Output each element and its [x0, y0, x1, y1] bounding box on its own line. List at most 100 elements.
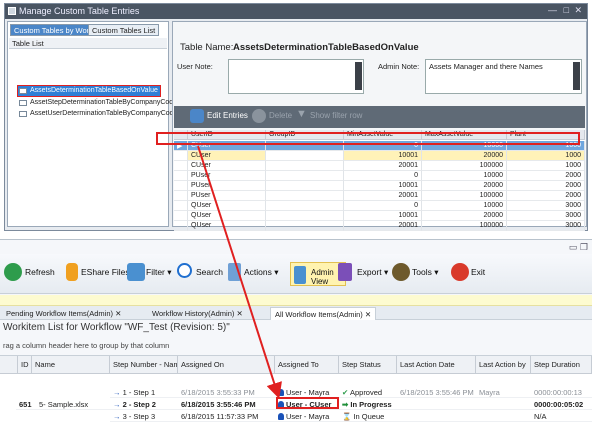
- column-header[interactable]: Step Duration: [531, 356, 592, 374]
- table-cell[interactable]: [266, 151, 344, 161]
- table-cell[interactable]: 10001: [344, 151, 422, 161]
- table-cell[interactable]: 3000: [507, 201, 585, 211]
- scrollbar[interactable]: [573, 62, 580, 90]
- status-cell[interactable]: ➡ In Progress: [339, 398, 397, 410]
- table-row[interactable]: CUser 10001 20000 1000: [174, 151, 585, 161]
- table-cell[interactable]: [266, 171, 344, 181]
- table-cell[interactable]: 10001: [344, 211, 422, 221]
- table-cell[interactable]: PUser: [188, 181, 266, 191]
- edit-entries-button[interactable]: Edit Entries: [207, 111, 248, 120]
- column-header[interactable]: Assigned To: [275, 356, 339, 374]
- table-cell[interactable]: 0: [344, 171, 422, 181]
- table-cell[interactable]: 1000: [507, 151, 585, 161]
- last-action-by-cell[interactable]: [476, 398, 531, 410]
- column-header[interactable]: Assigned On: [178, 356, 275, 374]
- exit-button[interactable]: Exit: [471, 267, 485, 277]
- restore-icon[interactable]: ❐: [580, 242, 588, 252]
- tab-custom-tables-list[interactable]: Custom Tables List: [88, 24, 160, 36]
- table-list-item[interactable]: AssetStepDeterminationTableByCompanyCode: [18, 98, 179, 108]
- table-list-item[interactable]: AssetUserDeterminationTableByCompanyCode: [18, 109, 179, 119]
- step-cell[interactable]: → 1 - Step 1: [110, 386, 178, 398]
- step-cell[interactable]: → 2 - Step 2: [110, 398, 178, 410]
- row-indicator[interactable]: [174, 201, 188, 211]
- minimize-icon[interactable]: ▭: [569, 242, 578, 252]
- table-cell[interactable]: [266, 191, 344, 201]
- row-indicator[interactable]: [174, 191, 188, 201]
- table-cell[interactable]: QUser: [188, 221, 266, 231]
- table-cell[interactable]: CUser: [188, 161, 266, 171]
- id-cell[interactable]: 651: [16, 398, 36, 410]
- admin-note-field[interactable]: Assets Manager and there Names: [425, 59, 582, 94]
- table-cell[interactable]: [266, 201, 344, 211]
- table-row[interactable]: QUser 20001 100000 3000: [174, 221, 585, 231]
- table-row[interactable]: CUser 20001 100000 1000: [174, 161, 585, 171]
- assigned-on-cell[interactable]: 6/18/2015 3:55:46 PM: [178, 398, 275, 410]
- row-indicator[interactable]: [174, 211, 188, 221]
- column-header[interactable]: Name: [32, 356, 110, 374]
- table-cell[interactable]: 20000: [422, 211, 507, 221]
- column-header[interactable]: Step Number - Name: [110, 356, 178, 374]
- row-indicator[interactable]: [174, 181, 188, 191]
- table-cell[interactable]: 20001: [344, 191, 422, 201]
- table-cell[interactable]: 10001: [344, 181, 422, 191]
- table-cell[interactable]: [266, 161, 344, 171]
- table-cell[interactable]: 10000: [422, 171, 507, 181]
- assigned-on-cell[interactable]: 6/18/2015 11:57:33 PM: [178, 410, 275, 422]
- name-cell[interactable]: 5- Sample.xlsx: [36, 398, 110, 410]
- maximize-icon[interactable]: □: [564, 5, 569, 15]
- export-button[interactable]: Export ▾: [357, 267, 388, 278]
- table-cell[interactable]: 100000: [422, 221, 507, 231]
- last-action-by-cell[interactable]: [476, 410, 531, 422]
- last-action-date-cell[interactable]: 6/18/2015 3:55:46 PM: [397, 386, 476, 398]
- table-cell[interactable]: 2000: [507, 191, 585, 201]
- table-cell[interactable]: [266, 221, 344, 231]
- table-row[interactable]: PUser 20001 100000 2000: [174, 191, 585, 201]
- assigned-to-cell[interactable]: User - Mayra: [275, 410, 339, 422]
- table-row[interactable]: PUser 0 10000 2000: [174, 171, 585, 181]
- eshare-files-button[interactable]: EShare Files: [81, 267, 130, 277]
- table-list-item[interactable]: AssetsDeterminationTableBasedOnValue: [17, 85, 161, 97]
- close-icon[interactable]: ✕: [115, 309, 121, 318]
- table-cell[interactable]: 20000: [422, 151, 507, 161]
- table-cell[interactable]: 20001: [344, 161, 422, 171]
- assigned-on-cell[interactable]: 6/18/2015 3:55:33 PM: [178, 386, 275, 398]
- row-indicator[interactable]: [174, 151, 188, 161]
- refresh-button[interactable]: Refresh: [25, 267, 55, 277]
- search-button[interactable]: Search: [196, 267, 223, 277]
- table-cell[interactable]: 20001: [344, 221, 422, 231]
- table-row[interactable]: QUser 10001 20000 3000: [174, 211, 585, 221]
- table-cell[interactable]: 3000: [507, 211, 585, 221]
- table-cell[interactable]: 100000: [422, 161, 507, 171]
- table-cell[interactable]: QUser: [188, 201, 266, 211]
- table-cell[interactable]: [266, 181, 344, 191]
- user-note-field[interactable]: [228, 59, 364, 94]
- table-cell[interactable]: CUser: [188, 151, 266, 161]
- status-cell[interactable]: ✔ Approved: [339, 386, 397, 398]
- tab-pending-workflow-items[interactable]: Pending Workflow Items(Admin) ✕: [2, 307, 125, 320]
- table-cell[interactable]: [266, 211, 344, 221]
- table-cell[interactable]: 0: [344, 201, 422, 211]
- column-header[interactable]: Last Action by: [476, 356, 531, 374]
- table-cell[interactable]: 2000: [507, 181, 585, 191]
- table-cell[interactable]: 2000: [507, 171, 585, 181]
- table-row[interactable]: → 3 - Step 3 6/18/2015 11:57:33 PM User - …: [0, 410, 592, 422]
- show-filter-row-button[interactable]: Show filter row: [310, 111, 362, 120]
- table-cell[interactable]: PUser: [188, 171, 266, 181]
- row-indicator[interactable]: [174, 171, 188, 181]
- duration-cell[interactable]: 0000:00:05:02: [531, 398, 592, 410]
- scrollbar[interactable]: [355, 62, 362, 90]
- table-cell[interactable]: QUser: [188, 211, 266, 221]
- tab-all-workflow-items[interactable]: All Workflow Items(Admin) ✕: [270, 307, 377, 320]
- tools-button[interactable]: Tools ▾: [412, 267, 438, 278]
- table-cell[interactable]: 100000: [422, 191, 507, 201]
- last-action-date-cell[interactable]: [397, 398, 476, 410]
- table-row[interactable]: PUser 10001 20000 2000: [174, 181, 585, 191]
- column-header[interactable]: Last Action Date: [397, 356, 476, 374]
- column-header[interactable]: ID: [18, 356, 32, 374]
- row-indicator[interactable]: [174, 161, 188, 171]
- step-cell[interactable]: → 3 - Step 3: [110, 410, 178, 422]
- duration-cell[interactable]: N/A: [531, 410, 592, 422]
- last-action-date-cell[interactable]: [397, 410, 476, 422]
- filter-button[interactable]: Filter ▾: [146, 267, 172, 278]
- actions-button[interactable]: Actions ▾: [244, 267, 279, 278]
